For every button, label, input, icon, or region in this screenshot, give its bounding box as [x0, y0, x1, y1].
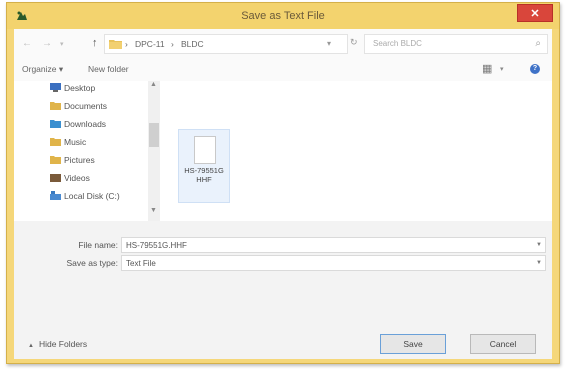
- file-name-field[interactable]: HS-79551G.HHF ▼: [121, 237, 546, 253]
- file-icon: [194, 136, 216, 164]
- up-arrow-icon[interactable]: ↑: [92, 37, 98, 49]
- view-chevron-icon[interactable]: ▾: [500, 65, 504, 73]
- close-button[interactable]: ✕: [517, 4, 553, 22]
- breadcrumb-item[interactable]: BLDC: [181, 39, 204, 49]
- scroll-up-arrow-icon[interactable]: ▲: [150, 81, 157, 88]
- breadcrumb-separator-icon: ›: [171, 39, 174, 49]
- nav-item-pictures[interactable]: Pictures: [50, 155, 95, 167]
- recent-chevron-icon[interactable]: ▾: [60, 40, 64, 48]
- organize-button[interactable]: Organize ▾: [22, 64, 63, 75]
- hide-folders-button[interactable]: ▲ Hide Folders: [28, 339, 87, 349]
- scroll-thumb[interactable]: [149, 123, 159, 147]
- chevron-down-icon[interactable]: ▼: [536, 260, 542, 266]
- nav-item-downloads[interactable]: Downloads: [50, 119, 106, 131]
- title-bar[interactable]: Save as Text File ✕: [7, 3, 559, 29]
- search-icon[interactable]: ⌕: [535, 38, 541, 49]
- save-form: File name: HS-79551G.HHF ▼ Save as type:…: [14, 221, 552, 359]
- breadcrumb-separator-icon: ›: [125, 39, 128, 49]
- save-type-value: Text File: [126, 259, 156, 268]
- save-type-select[interactable]: Text File ▼: [121, 255, 546, 271]
- file-name-input[interactable]: HS-79551G.HHF: [126, 241, 187, 250]
- window-title: Save as Text File: [241, 10, 325, 22]
- chevron-down-icon[interactable]: ▼: [536, 242, 542, 248]
- file-item[interactable]: HS-79551G HHF: [178, 129, 230, 203]
- file-list-pane: HS-79551G HHF: [164, 81, 552, 221]
- address-bar[interactable]: › DPC-11 › BLDC ▾: [104, 34, 348, 54]
- save-button[interactable]: Save: [380, 334, 446, 354]
- new-folder-button[interactable]: New folder: [88, 64, 129, 74]
- command-toolbar: Organize ▾ New folder ▦ ▾ ?: [14, 59, 552, 81]
- chevron-up-icon: ▲: [28, 343, 34, 349]
- forward-arrow-icon[interactable]: →: [42, 38, 52, 49]
- hide-folders-label: Hide Folders: [38, 339, 88, 349]
- cancel-button[interactable]: Cancel: [470, 334, 536, 354]
- file-name-label: File name:: [78, 240, 118, 250]
- scroll-down-arrow-icon[interactable]: ▼: [150, 207, 157, 214]
- view-options-icon[interactable]: ▦: [482, 62, 492, 75]
- nav-item-music[interactable]: Music: [50, 137, 86, 149]
- navigation-row: ← → ▾ ↑ › DPC-11 › BLDC ▾ ↻ Search BLDC …: [14, 29, 552, 59]
- nav-item-documents[interactable]: Documents: [50, 101, 107, 113]
- search-input[interactable]: Search BLDC: [373, 39, 422, 48]
- breadcrumb-item[interactable]: DPC-11: [135, 39, 165, 49]
- nav-item-videos[interactable]: Videos: [50, 173, 90, 185]
- pictures-icon: [50, 156, 61, 164]
- back-arrow-icon[interactable]: ←: [22, 38, 32, 49]
- dialog-client-area: ← → ▾ ↑ › DPC-11 › BLDC ▾ ↻ Search BLDC …: [14, 29, 552, 359]
- save-type-label: Save as type:: [66, 258, 118, 268]
- file-name-label: HS-79551G HHF: [184, 166, 224, 184]
- address-dropdown-icon[interactable]: ▾: [327, 39, 331, 48]
- folder-icon: [109, 40, 122, 49]
- nav-item-local-disk[interactable]: Local Disk (C:): [50, 191, 120, 203]
- documents-icon: [50, 102, 61, 110]
- navigation-pane: Desktop Documents Downloads Music Pictur…: [14, 81, 164, 221]
- drive-icon: [50, 191, 61, 200]
- videos-icon: [50, 174, 61, 182]
- music-icon: [50, 138, 61, 146]
- nav-pane-scrollbar[interactable]: ▲ ▼: [148, 81, 160, 221]
- desktop-icon: [50, 83, 61, 92]
- search-box[interactable]: Search BLDC ⌕: [364, 34, 548, 54]
- nav-item-desktop[interactable]: Desktop: [50, 83, 95, 95]
- help-icon[interactable]: ?: [530, 64, 540, 74]
- save-dialog-window: Save as Text File ✕ ← → ▾ ↑ › DPC-11 › B…: [6, 2, 560, 364]
- refresh-icon[interactable]: ↻: [350, 37, 358, 48]
- downloads-icon: [50, 120, 61, 128]
